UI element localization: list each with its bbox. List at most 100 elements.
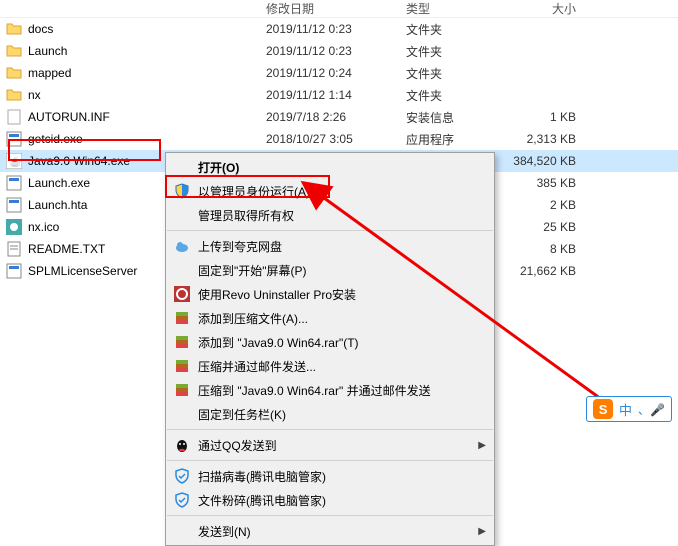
file-name: Launch.hta (28, 198, 87, 212)
file-row[interactable]: getcid.exe 2018/10/27 3:05 应用程序 2,313 KB (0, 128, 678, 150)
chevron-right-icon: ▶ (478, 440, 486, 451)
menu-item[interactable]: 文件粉碎(腾讯电脑管家) (166, 488, 494, 512)
menu-label: 添加到 "Java9.0 Win64.rar"(T) (198, 334, 359, 351)
menu-item[interactable]: 固定到任务栏(K) (166, 402, 494, 426)
file-size: 8 KB (506, 242, 606, 256)
file-date: 2018/10/27 3:05 (266, 132, 406, 146)
menu-label: 使用Revo Uninstaller Pro安装 (198, 286, 356, 303)
file-size: 25 KB (506, 220, 606, 234)
folder-icon (6, 87, 22, 103)
chevron-right-icon: ▶ (478, 526, 486, 537)
file-size: 21,662 KB (506, 264, 606, 278)
file-row[interactable]: nx 2019/11/12 1:14 文件夹 (0, 84, 678, 106)
menu-label: 添加到压缩文件(A)... (198, 310, 308, 327)
menu-label: 固定到"开始"屏幕(P) (198, 262, 307, 279)
menu-label: 通过QQ发送到 (198, 437, 277, 454)
menu-item[interactable]: 以管理员身份运行(A) (166, 179, 494, 203)
file-row[interactable]: Launch 2019/11/12 0:23 文件夹 (0, 40, 678, 62)
file-name: AUTORUN.INF (28, 110, 110, 124)
file-name: mapped (28, 66, 71, 80)
menu-item[interactable]: 使用Revo Uninstaller Pro安装 (166, 282, 494, 306)
file-size: 1 KB (506, 110, 606, 124)
file-type: 文件夹 (406, 87, 506, 104)
menu-label: 扫描病毒(腾讯电脑管家) (198, 468, 326, 485)
rar-icon (174, 310, 190, 326)
java-icon: ☕ (6, 153, 22, 169)
folder-icon (6, 21, 22, 37)
file-date: 2019/11/12 0:24 (266, 66, 406, 80)
file-type: 应用程序 (406, 131, 506, 148)
sogou-voice-icon: 、🎤 (638, 401, 665, 418)
menu-label: 以管理员身份运行(A) (198, 183, 310, 200)
menu-label: 打开(O) (198, 159, 239, 176)
exe-icon (6, 175, 22, 191)
file-type: 文件夹 (406, 43, 506, 60)
file-date: 2019/11/12 1:14 (266, 88, 406, 102)
menu-item[interactable]: 打开(O) (166, 155, 494, 179)
menu-item[interactable]: 添加到压缩文件(A)... (166, 306, 494, 330)
file-row[interactable]: AUTORUN.INF 2019/7/18 2:26 安装信息 1 KB (0, 106, 678, 128)
exe-icon (6, 263, 22, 279)
ico-icon (6, 219, 22, 235)
txt-icon (6, 241, 22, 257)
menu-label: 上传到夸克网盘 (198, 238, 282, 255)
file-row[interactable]: mapped 2019/11/12 0:24 文件夹 (0, 62, 678, 84)
file-name: Launch.exe (28, 176, 90, 190)
file-type: 文件夹 (406, 21, 506, 38)
file-name: getcid.exe (28, 132, 83, 146)
qq-icon (174, 437, 190, 453)
folder-icon (6, 43, 22, 59)
file-name: Launch (28, 44, 67, 58)
menu-label: 压缩到 "Java9.0 Win64.rar" 并通过邮件发送 (198, 382, 431, 399)
file-name: SPLMLicenseServer (28, 264, 137, 278)
file-name: README.TXT (28, 242, 105, 256)
menu-separator (167, 230, 493, 231)
file-name: nx (28, 88, 41, 102)
revo-icon (174, 286, 190, 302)
sogou-logo-icon: S (593, 399, 613, 419)
file-date: 2019/11/12 0:23 (266, 22, 406, 36)
menu-item[interactable]: 发送到(N) ▶ (166, 519, 494, 543)
menu-item[interactable]: 扫描病毒(腾讯电脑管家) (166, 464, 494, 488)
file-name: nx.ico (28, 220, 59, 234)
rar-icon (174, 334, 190, 350)
menu-item[interactable]: 压缩并通过邮件发送... (166, 354, 494, 378)
menu-label: 发送到(N) (198, 523, 251, 540)
column-headers: 修改日期 类型 大小 (0, 0, 678, 18)
tencent-icon (174, 468, 190, 484)
file-name: Java9.0 Win64.exe (28, 154, 130, 168)
shield-icon (174, 183, 190, 199)
tencent-icon (174, 492, 190, 508)
sogou-text: 中 (619, 400, 632, 419)
file-date: 2019/7/18 2:26 (266, 110, 406, 124)
exe-icon (6, 131, 22, 147)
file-icon (6, 109, 22, 125)
rar-icon (174, 358, 190, 374)
file-size: 385 KB (506, 176, 606, 190)
file-size: 384,520 KB (506, 154, 606, 168)
menu-item[interactable]: 添加到 "Java9.0 Win64.rar"(T) (166, 330, 494, 354)
menu-item[interactable]: 上传到夸克网盘 (166, 234, 494, 258)
cloud-icon (174, 238, 190, 254)
file-row[interactable]: docs 2019/11/12 0:23 文件夹 (0, 18, 678, 40)
file-type: 安装信息 (406, 109, 506, 126)
menu-label: 文件粉碎(腾讯电脑管家) (198, 492, 326, 509)
sogou-ime-bar[interactable]: S 中 、🎤 (586, 396, 672, 422)
menu-separator (167, 515, 493, 516)
file-size: 2 KB (506, 198, 606, 212)
file-type: 文件夹 (406, 65, 506, 82)
menu-label: 压缩并通过邮件发送... (198, 358, 316, 375)
folder-icon (6, 65, 22, 81)
file-name: docs (28, 22, 53, 36)
file-size: 2,313 KB (506, 132, 606, 146)
menu-item[interactable]: 压缩到 "Java9.0 Win64.rar" 并通过邮件发送 (166, 378, 494, 402)
menu-label: 固定到任务栏(K) (198, 406, 286, 423)
file-date: 2019/11/12 0:23 (266, 44, 406, 58)
exe-icon (6, 197, 22, 213)
menu-item[interactable]: 管理员取得所有权 (166, 203, 494, 227)
menu-separator (167, 429, 493, 430)
menu-item[interactable]: 通过QQ发送到 ▶ (166, 433, 494, 457)
rar-icon (174, 382, 190, 398)
svg-text:☕: ☕ (9, 155, 21, 168)
menu-item[interactable]: 固定到"开始"屏幕(P) (166, 258, 494, 282)
